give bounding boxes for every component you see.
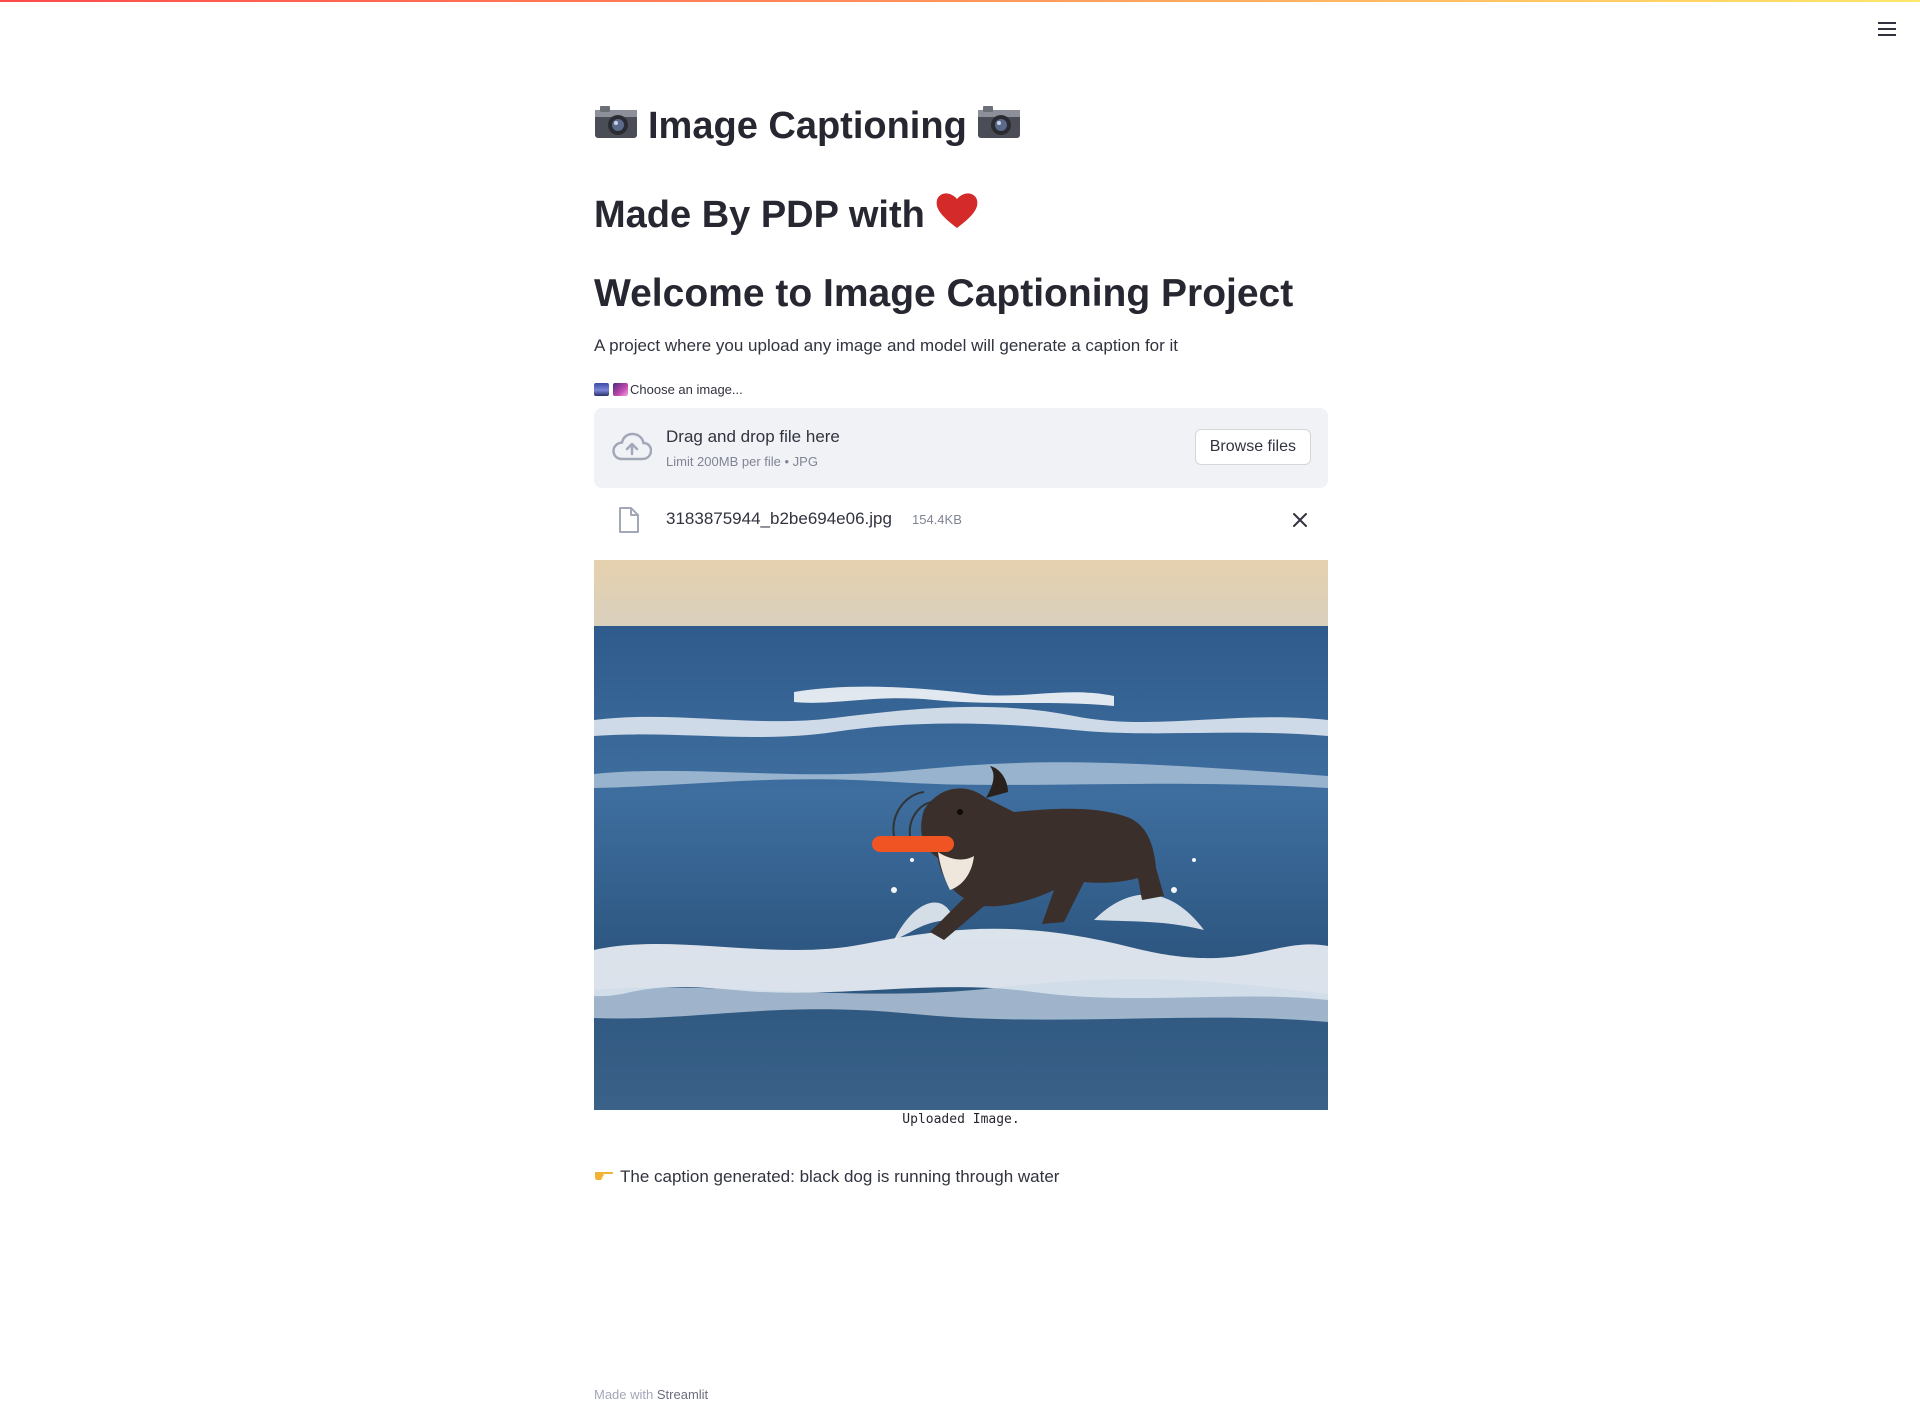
cloud-upload-icon bbox=[612, 432, 653, 469]
browse-files-button[interactable]: Browse files bbox=[1194, 429, 1311, 465]
project-description: A project where you upload any image and… bbox=[594, 336, 1179, 355]
dropzone-limit: Limit 200MB per file • JPG bbox=[666, 454, 818, 469]
image-caption: Uploaded Image. bbox=[902, 1112, 1020, 1127]
heart-icon bbox=[935, 190, 979, 240]
caption-result-text: The caption generated: black dog is runn… bbox=[620, 1166, 1060, 1186]
uploaded-image bbox=[594, 560, 1328, 1110]
top-decoration-bar bbox=[0, 0, 1920, 2]
uploader-label: Choose an image... bbox=[594, 382, 743, 397]
page-title: Image Captioning bbox=[594, 104, 1021, 149]
welcome-heading: Welcome to Image Captioning Project bbox=[594, 272, 1294, 315]
milky-way-icon bbox=[594, 383, 609, 396]
camera-icon bbox=[594, 104, 638, 149]
page-title-text: Image Captioning bbox=[648, 105, 967, 147]
streamlit-link[interactable]: Streamlit bbox=[657, 1387, 708, 1402]
remove-file-button[interactable] bbox=[1288, 508, 1312, 532]
file-icon bbox=[618, 506, 640, 539]
uploader-label-text: Choose an image... bbox=[630, 382, 743, 397]
footer: Made with Streamlit bbox=[594, 1387, 708, 1402]
caption-result: The caption generated: black dog is runn… bbox=[594, 1166, 1059, 1187]
subtitle: Made By PDP with bbox=[594, 190, 979, 240]
hamburger-menu-icon[interactable] bbox=[1874, 16, 1900, 42]
footer-prefix: Made with bbox=[594, 1387, 657, 1402]
file-dropzone[interactable]: Drag and drop file here Limit 200MB per … bbox=[594, 408, 1328, 488]
subtitle-text: Made By PDP with bbox=[594, 193, 925, 236]
file-size: 154.4KB bbox=[912, 512, 962, 527]
camera-icon bbox=[977, 104, 1021, 149]
close-icon bbox=[1288, 513, 1312, 535]
file-name: 3183875944_b2be694e06.jpg bbox=[666, 509, 892, 528]
pointing-hand-icon bbox=[594, 1166, 614, 1187]
night-sky-icon bbox=[613, 383, 628, 396]
dropzone-instructions: Drag and drop file here bbox=[666, 427, 840, 446]
uploaded-file-item: 3183875944_b2be694e06.jpg 154.4KB bbox=[594, 502, 1328, 538]
